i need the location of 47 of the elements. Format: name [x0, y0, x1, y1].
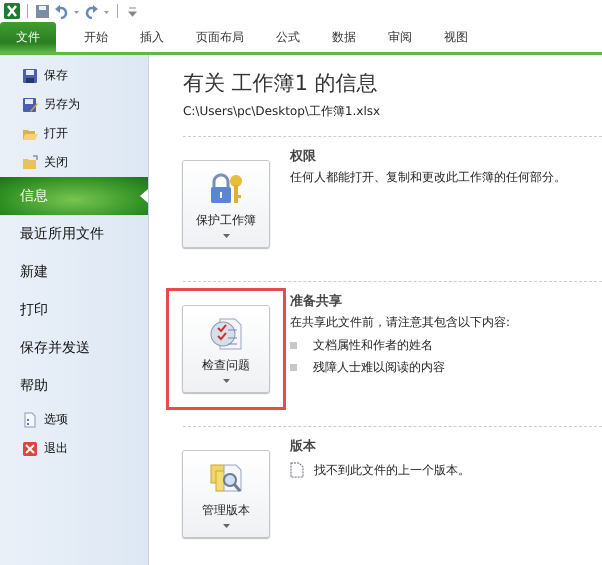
ribbon-tab[interactable]: 页面布局: [180, 22, 260, 52]
checklist-icon: [208, 316, 244, 352]
sidebar-command[interactable]: 打开: [0, 119, 148, 148]
file-path: C:\Users\pc\Desktop\工作簿1.xlsx: [183, 103, 382, 120]
ribbon-tab[interactable]: 插入: [124, 22, 180, 52]
section-description: 任何人都能打开、复制和更改此工作簿的任何部分。: [290, 169, 566, 186]
sidebar-command[interactable]: 选项: [0, 405, 148, 434]
sidebar-tab[interactable]: 保存并发送: [0, 329, 148, 367]
sidebar-tab[interactable]: 最近所用文件: [0, 215, 148, 253]
dropdown-button[interactable]: 检查问题: [182, 305, 270, 393]
ribbon-tab[interactable]: 视图: [428, 22, 484, 52]
page-title: 有关 工作簿1 的信息: [183, 70, 379, 97]
caret-icon: [222, 524, 230, 528]
section-heading: 版本: [290, 438, 317, 455]
undo-icon[interactable]: [54, 4, 69, 18]
folder-icon: [22, 154, 38, 170]
caret-icon: [222, 378, 230, 382]
ribbon-tab[interactable]: 审阅: [372, 22, 428, 52]
document-icon: [22, 412, 38, 428]
sidebar-tab[interactable]: 帮助: [0, 367, 148, 405]
redo-icon[interactable]: [84, 4, 99, 18]
ribbon-tab[interactable]: 开始: [68, 22, 124, 52]
ribbon-tab[interactable]: 数据: [316, 22, 372, 52]
dropdown-button[interactable]: 保护工作簿: [182, 160, 270, 248]
file-tab[interactable]: 文件: [0, 22, 56, 52]
bullet-icon: [290, 364, 297, 370]
sidebar-command[interactable]: 另存为: [0, 90, 148, 119]
bullet-text: 文档属性和作者的姓名: [313, 336, 433, 354]
save-icon[interactable]: [35, 4, 50, 18]
sidebar-command[interactable]: 退出: [0, 434, 148, 463]
section-heading: 权限: [290, 148, 317, 165]
section-note: 找不到此文件的上一个版本。: [314, 462, 470, 478]
bullet-icon: [290, 342, 297, 348]
sidebar-tab[interactable]: 打印: [0, 291, 148, 329]
bullet-text: 残障人士难以阅读的内容: [313, 358, 445, 376]
dropdown-button[interactable]: 管理版本: [182, 450, 270, 538]
ribbon-tab[interactable]: 公式: [260, 22, 316, 52]
floppy-pencil-icon: [22, 96, 38, 112]
section-heading: 准备共享: [290, 292, 343, 310]
sidebar-command[interactable]: 关闭: [0, 148, 148, 177]
dashed-document-icon: [290, 462, 304, 478]
caret-icon: [222, 234, 230, 238]
close-icon: [22, 440, 38, 456]
sidebar-tab[interactable]: 新建: [0, 253, 148, 291]
spreadsheet-app-icon[interactable]: [4, 3, 20, 19]
sidebar-command[interactable]: 保存: [0, 61, 148, 90]
section-description: 在共享此文件前，请注意其包含以下内容:: [290, 314, 510, 331]
